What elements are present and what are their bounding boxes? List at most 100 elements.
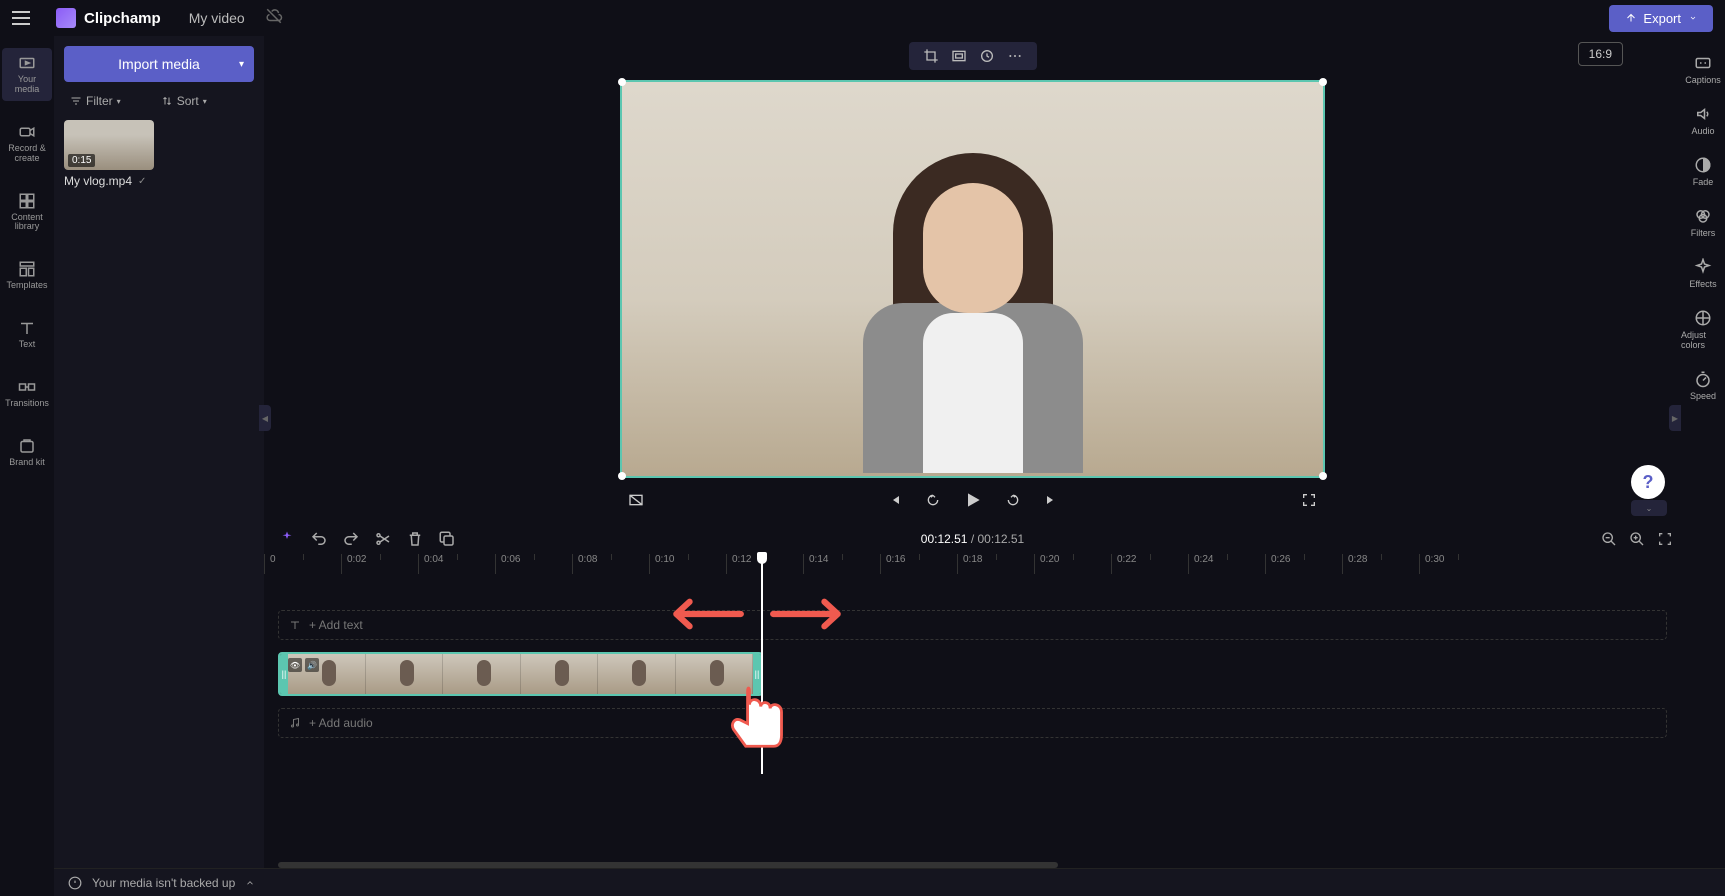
sort-button[interactable]: Sort ▾: [161, 94, 207, 108]
filter-label: Filter: [86, 94, 113, 108]
menu-icon[interactable]: [12, 6, 36, 30]
media-clip-item[interactable]: 0:15 My vlog.mp4 ✓: [64, 120, 254, 188]
filter-button[interactable]: Filter ▾: [70, 94, 121, 108]
crop-icon[interactable]: [923, 48, 939, 64]
more-icon[interactable]: [1007, 48, 1023, 64]
right-item-speed[interactable]: Speed: [1690, 370, 1716, 401]
play-icon[interactable]: [963, 490, 983, 510]
skip-end-icon[interactable]: [1043, 492, 1059, 508]
ruler-tick: 0:06: [495, 554, 572, 574]
ruler-tick: 0:20: [1034, 554, 1111, 574]
media-thumbnail: 0:15: [64, 120, 154, 170]
right-item-fade[interactable]: Fade: [1693, 156, 1714, 187]
copy-icon[interactable]: [438, 530, 456, 548]
footer-notice[interactable]: Your media isn't backed up: [54, 868, 1725, 896]
info-icon: [68, 876, 82, 890]
sidebar-item-label: Your media: [6, 75, 48, 95]
skip-start-icon[interactable]: [887, 492, 903, 508]
fullscreen-icon[interactable]: [1301, 492, 1317, 508]
clip-audio-icon[interactable]: 🔊: [305, 658, 319, 672]
filter-sort-row: Filter ▾ Sort ▾: [70, 94, 254, 108]
left-sidebar: Your media Record & create Content libra…: [0, 36, 54, 896]
resize-handle-br[interactable]: [1319, 472, 1327, 480]
undo-icon[interactable]: [310, 530, 328, 548]
forward-icon[interactable]: [1005, 492, 1021, 508]
rr-label: Fade: [1693, 177, 1714, 187]
total-time: 00:12.51: [978, 532, 1025, 546]
sort-label: Sort: [177, 94, 199, 108]
ruler-tick: 0: [264, 554, 341, 574]
help-button[interactable]: ?: [1631, 465, 1665, 499]
clip-trim-handle-left[interactable]: ||: [280, 654, 288, 694]
annotation-cursor-icon: [728, 684, 786, 750]
sidebar-item-content-library[interactable]: Content library: [2, 186, 52, 239]
media-clip-name: My vlog.mp4: [64, 174, 132, 188]
fit-icon[interactable]: [1657, 531, 1673, 547]
music-icon: [289, 717, 301, 729]
ruler-tick: 0:22: [1111, 554, 1188, 574]
right-item-captions[interactable]: Captions: [1685, 54, 1721, 85]
redo-icon[interactable]: [342, 530, 360, 548]
pip-icon[interactable]: [979, 48, 995, 64]
sidebar-item-brand-kit[interactable]: Brand kit: [2, 431, 52, 474]
audio-track-lane[interactable]: + Add audio: [278, 708, 1667, 738]
chevron-down-icon: ▾: [239, 59, 244, 70]
rr-label: Speed: [1690, 391, 1716, 401]
video-clip[interactable]: || 👁 🔊 ||: [278, 652, 763, 696]
right-item-effects[interactable]: Effects: [1689, 258, 1716, 289]
filters-icon: [1694, 207, 1712, 225]
ruler-tick: 0:24: [1188, 554, 1265, 574]
rewind-icon[interactable]: [925, 492, 941, 508]
text-track-lane[interactable]: + Add text: [278, 610, 1667, 640]
import-label: Import media: [118, 56, 200, 72]
sidebar-item-templates[interactable]: Templates: [2, 254, 52, 297]
app-logo[interactable]: Clipchamp: [56, 8, 161, 28]
sidebar-item-transitions[interactable]: Transitions: [2, 372, 52, 415]
zoom-out-icon[interactable]: [1601, 531, 1617, 547]
record-icon: [18, 123, 36, 141]
cloud-off-icon[interactable]: [265, 7, 283, 30]
arrow-left-icon: [664, 592, 746, 636]
resize-handle-tl[interactable]: [618, 78, 626, 86]
split-icon[interactable]: [374, 530, 392, 548]
sidebar-item-label: Transitions: [5, 399, 49, 409]
right-item-filters[interactable]: Filters: [1691, 207, 1716, 238]
right-item-adjust-colors[interactable]: Adjust colors: [1681, 309, 1725, 350]
sidebar-item-record-create[interactable]: Record & create: [2, 117, 52, 170]
sidebar-item-your-media[interactable]: Your media: [2, 48, 52, 101]
import-media-button[interactable]: Import media ▾: [64, 46, 254, 82]
export-button[interactable]: Export: [1609, 5, 1713, 32]
ruler-tick: 0:02: [341, 554, 418, 574]
resize-handle-bl[interactable]: [618, 472, 626, 480]
chevron-up-icon: [245, 878, 255, 888]
clip-visibility-icon[interactable]: 👁: [288, 658, 302, 672]
brand-icon: [18, 437, 36, 455]
topbar: Clipchamp My video Export: [0, 0, 1725, 36]
sidebar-item-label: Templates: [6, 281, 47, 291]
rr-label: Audio: [1691, 126, 1714, 136]
magic-icon[interactable]: [278, 530, 296, 548]
fill-screen-icon[interactable]: [951, 48, 967, 64]
player-controls: [620, 490, 1325, 510]
resize-handle-tr[interactable]: [1319, 78, 1327, 86]
audio-icon: [1694, 105, 1712, 123]
app-name: Clipchamp: [84, 10, 161, 27]
delete-icon[interactable]: [406, 530, 424, 548]
toggle-canvas-icon[interactable]: [628, 492, 644, 508]
rr-label: Filters: [1691, 228, 1716, 238]
video-track[interactable]: || 👁 🔊 ||: [278, 652, 1667, 696]
timeline-ruler[interactable]: 00:020:040:060:080:100:120:140:160:180:2…: [264, 554, 1681, 574]
aspect-ratio-selector[interactable]: 16:9: [1578, 42, 1623, 66]
collapse-bottom-icon[interactable]: ⌄: [1631, 500, 1667, 516]
sort-icon: [161, 95, 173, 107]
text-icon: [18, 319, 36, 337]
video-title[interactable]: My video: [189, 10, 245, 26]
sidebar-item-text[interactable]: Text: [2, 313, 52, 356]
video-preview[interactable]: [620, 80, 1325, 478]
transitions-icon: [18, 378, 36, 396]
preview-content: [853, 153, 1093, 473]
right-item-audio[interactable]: Audio: [1691, 105, 1714, 136]
timeline-tracks: + Add text || 👁 🔊 || + Add audio: [278, 610, 1667, 750]
zoom-in-icon[interactable]: [1629, 531, 1645, 547]
add-audio-label: + Add audio: [309, 716, 373, 730]
